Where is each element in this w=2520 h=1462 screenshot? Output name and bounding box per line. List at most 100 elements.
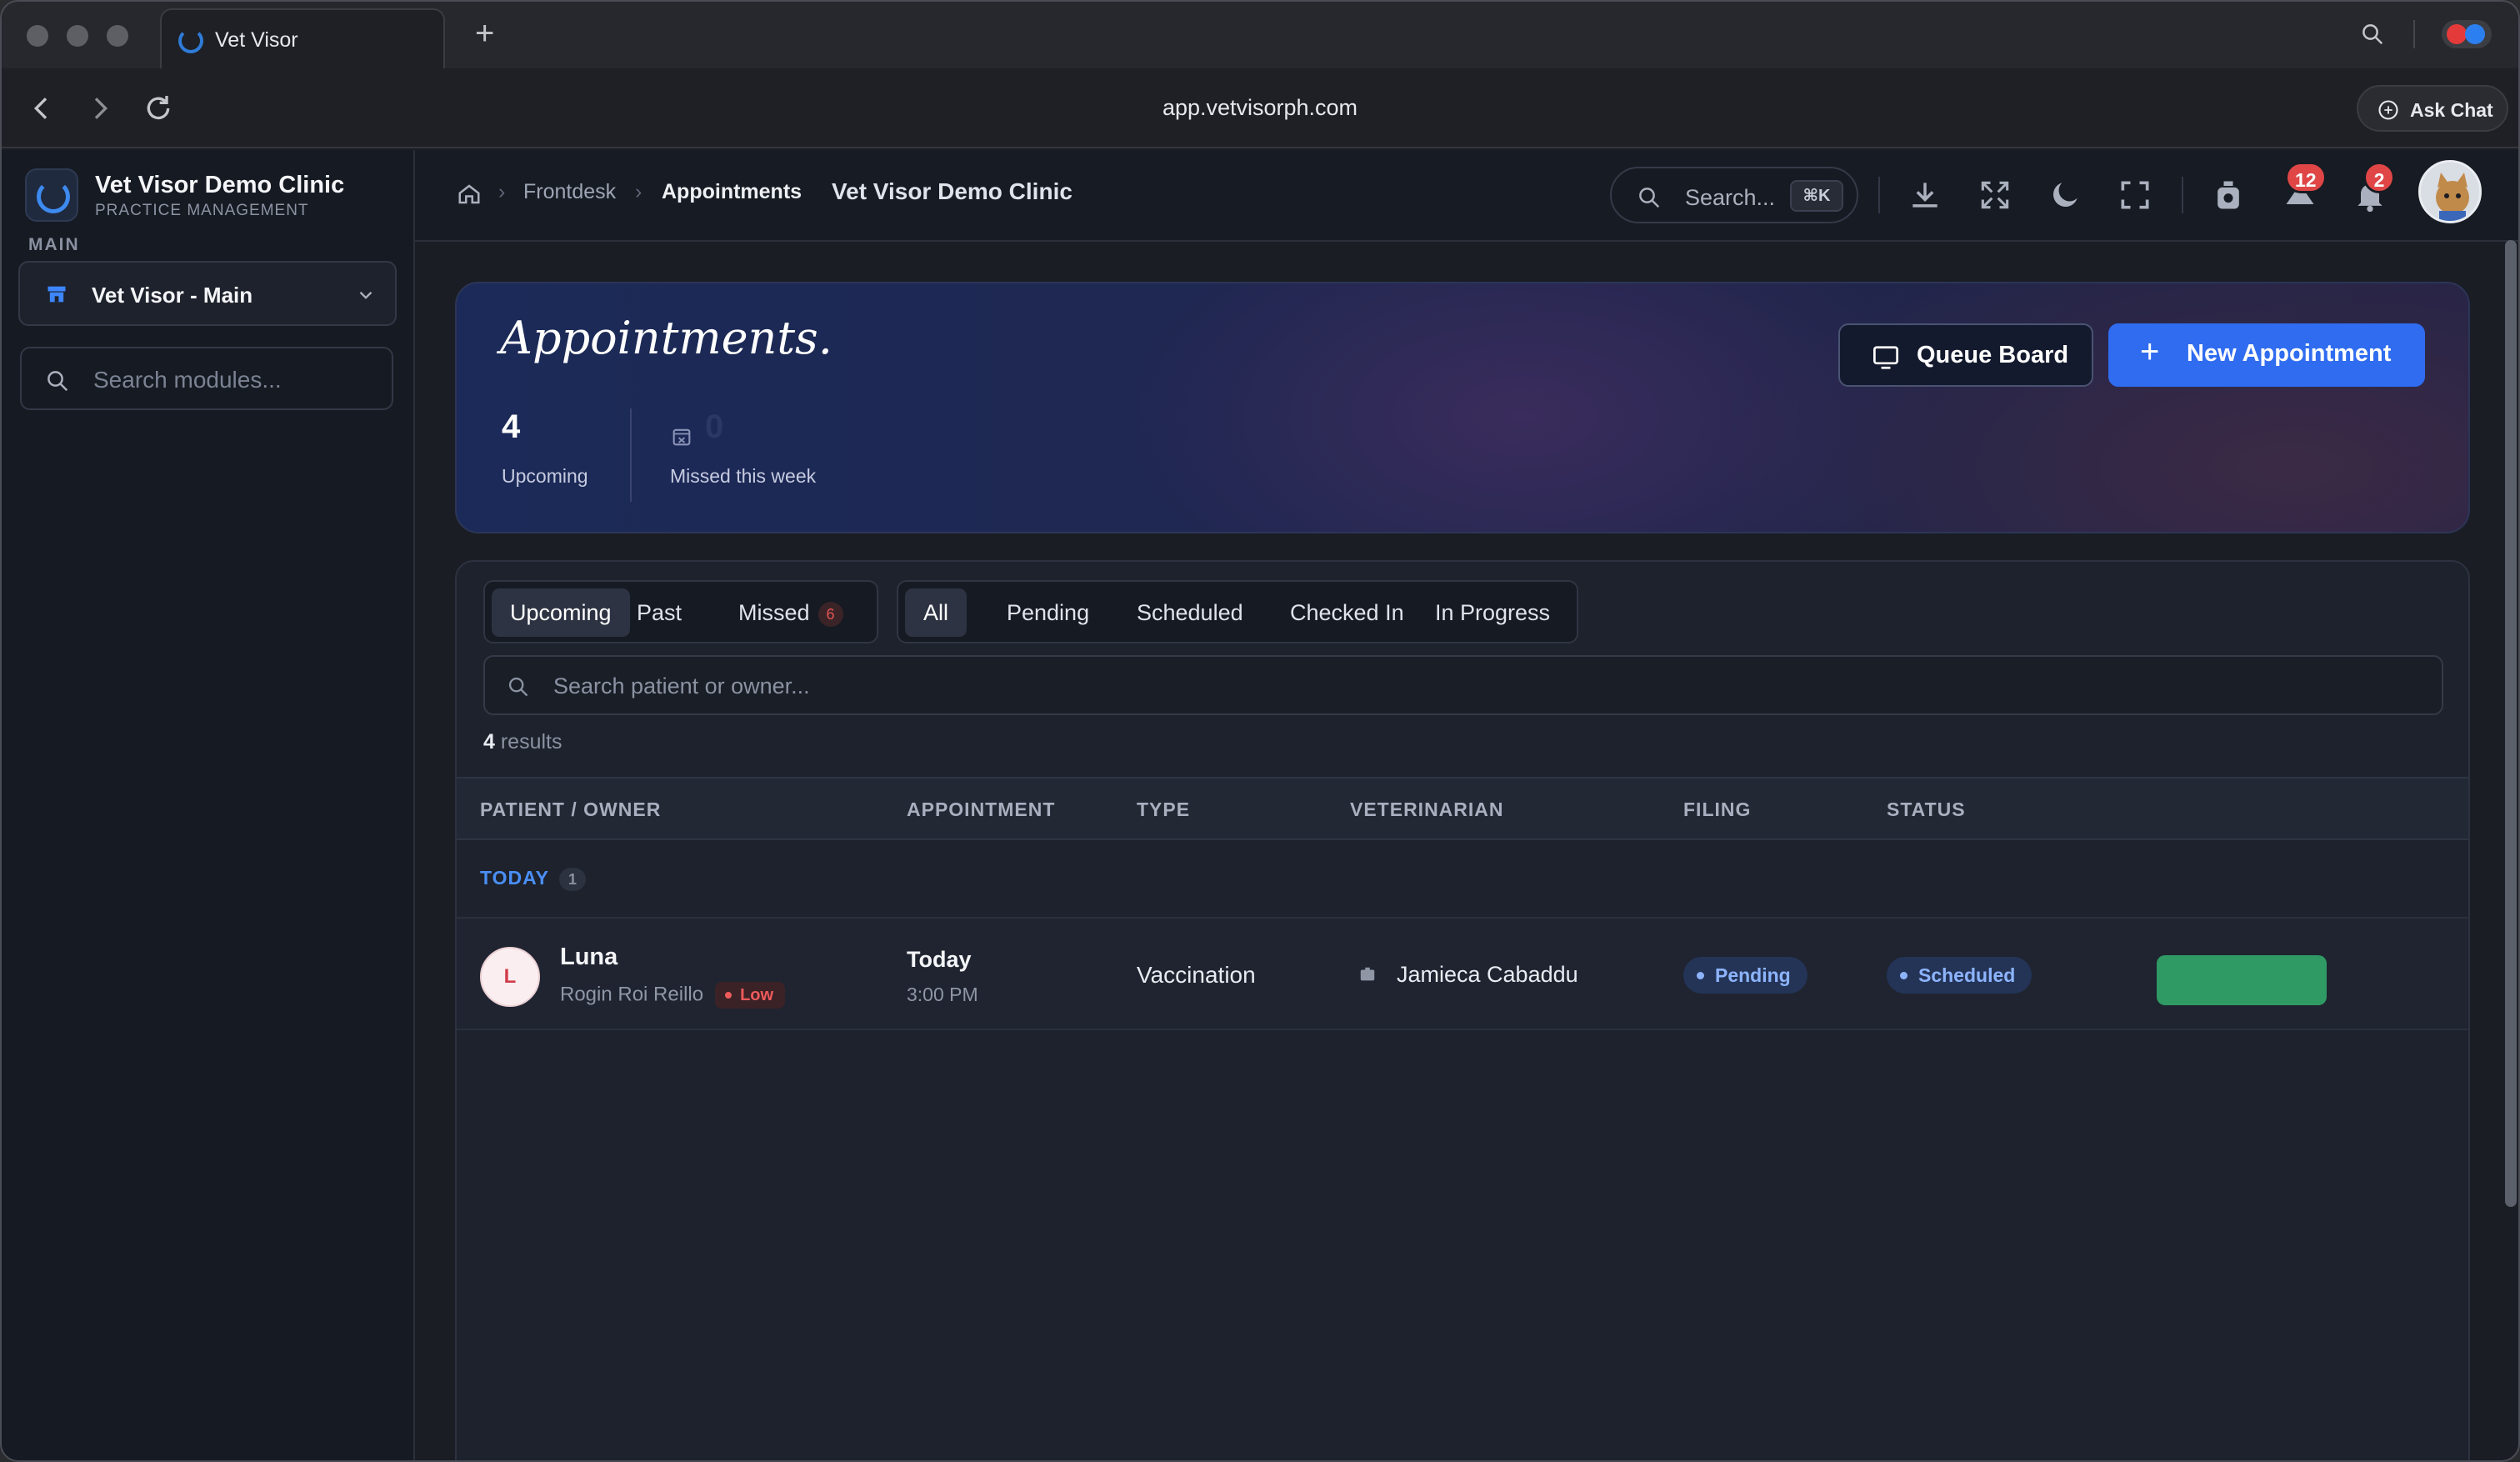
group-count: 1 <box>558 867 586 891</box>
branch-selector[interactable]: Vet Visor - Main <box>18 261 397 326</box>
queue-board-button[interactable]: Queue Board <box>1838 323 2093 387</box>
priority-tag: Low <box>715 982 786 1009</box>
search-icon <box>508 677 528 697</box>
range-filter: Upcoming Past Missed 6 <box>483 580 878 643</box>
address-bar: app.vetvisorph.com Ask Chat <box>2 68 2518 148</box>
ask-chat-label: Ask Chat <box>2410 99 2493 121</box>
column-appointment: APPOINTMENT <box>907 799 1056 820</box>
column-status: STATUS <box>1887 799 1966 820</box>
calendar-x-icon <box>672 428 691 446</box>
browser-tabbar: Vet Visor + <box>2 2 2518 68</box>
tab-upcoming[interactable]: Upcoming <box>492 588 630 637</box>
page-title: Appointments. <box>500 312 832 364</box>
divider <box>2413 20 2415 48</box>
missed-week-label: Missed this week <box>670 465 817 487</box>
column-veterinarian: VETERINARIAN <box>1350 799 1504 820</box>
cat-avatar-icon <box>2421 163 2479 221</box>
filter-in-progress[interactable]: In Progress <box>1417 588 1568 637</box>
results-label: results <box>500 730 562 754</box>
section-main[interactable]: MAIN <box>28 235 80 255</box>
fullscreen-icon[interactable] <box>2117 177 2153 213</box>
filter-scheduled[interactable]: Scheduled <box>1118 588 1262 637</box>
upcoming-count: 4 <box>502 408 521 445</box>
extension-icon[interactable] <box>2442 20 2492 48</box>
breadcrumb-appointments: Appointments <box>662 180 802 203</box>
tab-missed-label: Missed <box>738 600 810 625</box>
status-filter: All Pending Scheduled Checked In In Prog… <box>897 580 1578 643</box>
patient-search-input[interactable]: Search patient or owner... <box>483 655 2443 715</box>
chat-ai-icon <box>2378 100 2398 120</box>
chevron-down-icon <box>359 291 372 299</box>
table-row[interactable]: L Luna Rogin Roi Reillo Low Today 3:00 PM… <box>457 919 2468 1030</box>
sidebar: Vet Visor Demo Clinic PRACTICE MANAGEMEN… <box>2 150 415 1460</box>
minimize-window-button[interactable] <box>67 25 88 47</box>
notifications-count-badge: 2 <box>2363 162 2395 193</box>
brand-subtitle: PRACTICE MANAGEMENT <box>95 202 309 219</box>
queue-board-label: Queue Board <box>1917 342 2069 368</box>
vetvisor-logo-icon <box>178 28 203 53</box>
owner-line: Rogin Roi Reillo Low <box>560 982 786 1009</box>
scrollbar[interactable] <box>2505 240 2517 1207</box>
tab-missed[interactable]: Missed 6 <box>720 588 862 637</box>
breadcrumb-separator: › <box>635 180 642 203</box>
branch-label: Vet Visor - Main <box>92 283 253 308</box>
new-tab-button[interactable]: + <box>475 15 494 53</box>
divider <box>2182 177 2183 213</box>
patient-search-placeholder: Search patient or owner... <box>553 673 810 698</box>
ask-chat-button[interactable]: Ask Chat <box>2357 85 2508 132</box>
appointment-type: Vaccination <box>1137 962 1256 988</box>
plus-icon: + <box>2140 333 2160 370</box>
search-icon <box>1639 188 1660 208</box>
divider <box>1878 177 1880 213</box>
top-header: › Frontdesk › Appointments Vet Visor Dem… <box>415 150 2518 242</box>
filter-all[interactable]: All <box>905 588 968 637</box>
missed-count-badge: 6 <box>818 601 843 627</box>
breadcrumb-separator: › <box>498 180 506 203</box>
tab-title: Vet Visor <box>215 28 298 52</box>
module-search-placeholder: Search modules... <box>93 367 282 393</box>
check-in-button[interactable] <box>2157 955 2327 1005</box>
zoom-window-button[interactable] <box>107 25 128 47</box>
missed-week-count: 0 <box>705 408 724 445</box>
filter-pending[interactable]: Pending <box>988 588 1108 637</box>
browser-tab[interactable]: Vet Visor <box>160 8 445 68</box>
download-icon[interactable] <box>1907 177 1943 213</box>
home-icon[interactable] <box>457 182 482 207</box>
status-badge: Scheduled <box>1887 957 2032 994</box>
results-count: 4 results <box>483 730 562 754</box>
clinic-name: Vet Visor Demo Clinic <box>832 178 1072 204</box>
shortcut-hint: ⌘K <box>1790 180 1843 212</box>
breadcrumb-frontdesk[interactable]: Frontdesk <box>523 180 616 204</box>
tab-past[interactable]: Past <box>618 588 700 637</box>
store-icon <box>48 286 66 303</box>
global-search-input[interactable]: Search... ⌘K <box>1610 167 1858 223</box>
appointment-date: Today <box>907 947 972 972</box>
appointment-time: 3:00 PM <box>907 984 978 1005</box>
results-number: 4 <box>483 730 495 754</box>
close-window-button[interactable] <box>27 25 48 47</box>
divider <box>630 408 632 502</box>
filter-checked-in[interactable]: Checked In <box>1272 588 1422 637</box>
column-filing: FILING <box>1683 799 1752 820</box>
new-appointment-button[interactable]: + New Appointment <box>2108 323 2425 387</box>
table-header: PATIENT / OWNER APPOINTMENT TYPE VETERIN… <box>457 777 2468 840</box>
group-label: TODAY <box>480 867 549 889</box>
patient-avatar: L <box>480 947 540 1007</box>
new-appointment-label: New Appointment <box>2187 340 2392 367</box>
monitor-icon <box>1873 346 1898 369</box>
expand-icon[interactable] <box>1977 177 2013 213</box>
messages-count-badge: 12 <box>2285 162 2327 193</box>
module-search-input[interactable]: Search modules... <box>20 347 393 410</box>
appointments-panel: Upcoming Past Missed 6 All Pending Schedu… <box>455 560 2470 1460</box>
search-icon[interactable] <box>2360 22 2385 47</box>
column-patient-owner: PATIENT / OWNER <box>480 799 662 820</box>
column-type: TYPE <box>1137 799 1191 820</box>
clinic-logo <box>25 168 78 222</box>
timer-icon[interactable] <box>2210 177 2247 213</box>
group-header-today: TODAY 1 <box>457 840 2468 919</box>
patient-name[interactable]: Luna <box>560 944 618 971</box>
upcoming-label: Upcoming <box>502 465 588 487</box>
dark-mode-icon[interactable] <box>2047 177 2083 213</box>
user-avatar[interactable] <box>2418 160 2482 223</box>
url-text[interactable]: app.vetvisorph.com <box>2 95 2518 121</box>
